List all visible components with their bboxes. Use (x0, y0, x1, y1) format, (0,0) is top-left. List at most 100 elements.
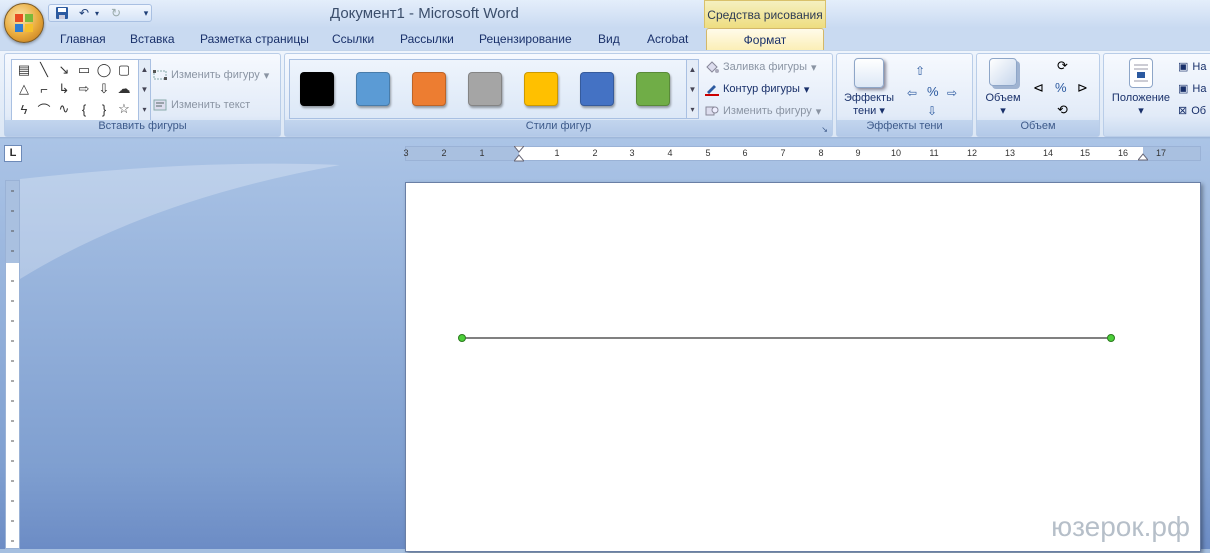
nudge-shadow-right-icon[interactable]: ⇨ (947, 86, 957, 100)
style-swatch[interactable] (580, 72, 614, 106)
star-shape-icon[interactable]: ☆ (114, 100, 134, 118)
indent-marker-icon[interactable] (514, 146, 524, 162)
style-swatch[interactable] (636, 72, 670, 106)
down-arrow-shape-icon[interactable]: ⇩ (94, 80, 114, 98)
edit-text-icon (153, 98, 167, 112)
callout-shape-icon[interactable]: ☁ (114, 80, 134, 98)
ribbon-tab-bar: Главная Вставка Разметка страницы Ссылки… (0, 28, 1210, 51)
tab-acrobat[interactable]: Acrobat (647, 32, 688, 46)
line-shape-icon[interactable]: ╲ (34, 61, 54, 79)
nudge-shadow-left-icon[interactable]: ⇦ (907, 86, 917, 100)
right-brace-shape-icon[interactable]: } (94, 100, 114, 118)
drawing-tools-context-label: Средства рисования (704, 0, 826, 28)
style-swatch[interactable] (412, 72, 446, 106)
text-wrap-icon: ⊠ (1178, 105, 1188, 117)
tilt-up-icon[interactable]: ⟳ (1057, 58, 1068, 74)
edit-points-icon (153, 68, 167, 82)
shape-fill-button[interactable]: Заливка фигуры ▾ (705, 60, 817, 74)
ruler-right-margin (1143, 147, 1200, 160)
edit-text-label: Изменить текст (171, 99, 251, 111)
tab-review[interactable]: Рецензирование (479, 32, 572, 46)
horizontal-ruler[interactable]: 3 2 1 1 2 3 4 5 6 7 8 9 10 11 12 13 14 1… (403, 146, 1201, 162)
save-icon[interactable] (52, 4, 72, 22)
style-swatch[interactable] (468, 72, 502, 106)
ruler-label: 9 (855, 148, 861, 158)
triangle-shape-icon[interactable]: △ (14, 80, 34, 98)
vertical-ruler[interactable] (5, 180, 20, 549)
position-page-icon (1129, 58, 1153, 88)
tilt-right-icon[interactable]: ⊳ (1077, 80, 1088, 96)
3d-effects-button[interactable]: Объем ▾ (981, 58, 1025, 117)
lightning-shape-icon[interactable]: ϟ (14, 100, 34, 118)
tab-insert[interactable]: Вставка (130, 32, 175, 46)
tab-selector-button[interactable]: L (4, 145, 22, 162)
styles-scroll-down-icon[interactable]: ▼ (686, 80, 698, 100)
paint-bucket-icon (705, 60, 719, 74)
redo-icon[interactable]: ↻ (106, 4, 126, 22)
change-shape-label: Изменить фигуру (723, 105, 812, 117)
bring-forward-button[interactable]: ▣ На (1178, 60, 1206, 74)
shadow-effects-icon (854, 58, 884, 88)
tab-format[interactable]: Формат (706, 28, 824, 51)
send-backward-button[interactable]: ▣ На (1178, 82, 1206, 96)
document-page[interactable]: юзерок.рф (405, 182, 1201, 552)
group-label-insert-shapes: Вставить фигуры (5, 120, 280, 136)
left-brace-shape-icon[interactable]: { (74, 100, 94, 118)
nudge-shadow-up-icon[interactable]: ⇧ (915, 64, 925, 78)
style-swatch[interactable] (524, 72, 558, 106)
gallery-scroll-up-icon[interactable]: ▲ (138, 60, 150, 80)
tab-view[interactable]: Вид (598, 32, 620, 46)
rectangle-shape-icon[interactable]: ▭ (74, 61, 94, 79)
right-indent-marker-icon[interactable] (1138, 151, 1148, 161)
ruler-label: 16 (1117, 148, 1129, 158)
tilt-left-icon[interactable]: ⊲ (1033, 80, 1044, 96)
ruler-label: 1 (479, 148, 485, 158)
dialog-launcher-icon[interactable]: ↘ (821, 125, 828, 134)
gallery-more-icon[interactable]: ▾ (138, 100, 150, 120)
tab-mailings[interactable]: Рассылки (400, 32, 454, 46)
ruler-label: 1 (554, 148, 560, 158)
tab-page-layout[interactable]: Разметка страницы (200, 32, 309, 46)
window-title: Документ1 - Microsoft Word (330, 5, 519, 22)
ruler-label: 5 (705, 148, 711, 158)
elbow-connector-shape-icon[interactable]: ⌐ (34, 80, 54, 98)
nudge-shadow-down-icon[interactable]: ⇩ (927, 104, 937, 118)
edit-shape-button[interactable]: Изменить фигуру ▾ (153, 68, 269, 82)
rounded-rectangle-shape-icon[interactable]: ▢ (114, 61, 134, 79)
textbox-shape-icon[interactable]: ▤ (14, 61, 34, 79)
right-arrow-shape-icon[interactable]: ⇨ (74, 80, 94, 98)
style-swatch[interactable] (356, 72, 390, 106)
oval-shape-icon[interactable]: ◯ (94, 61, 114, 79)
tab-references[interactable]: Ссылки (332, 32, 374, 46)
ruler-label: 7 (780, 148, 786, 158)
change-shape-button[interactable]: Изменить фигуру ▾ (705, 104, 821, 118)
shape-outline-button[interactable]: Контур фигуры ▾ (705, 82, 809, 96)
undo-icon[interactable]: ↶ (74, 4, 94, 22)
shape-fill-label: Заливка фигуры (723, 61, 808, 73)
tilt-down-icon[interactable]: ⟲ (1057, 102, 1068, 118)
elbow-arrow-shape-icon[interactable]: ↳ (54, 80, 74, 98)
styles-more-icon[interactable]: ▾ (686, 100, 698, 118)
arc-shape-icon[interactable]: ⌒ (34, 100, 54, 118)
edit-text-button[interactable]: Изменить текст (153, 98, 250, 112)
title-bar: ↶ ▾ ↻ ▾ Документ1 - Microsoft Word Средс… (0, 0, 1210, 28)
drawn-line-shape[interactable] (406, 183, 1202, 553)
ruler-label: 2 (592, 148, 598, 158)
text-wrap-button[interactable]: ⊠ Об (1178, 104, 1206, 118)
gallery-scroll-down-icon[interactable]: ▼ (138, 80, 150, 100)
shadow-toggle-icon[interactable]: % (927, 84, 939, 99)
undo-dropdown-icon[interactable]: ▾ (92, 4, 102, 22)
group-insert-shapes: ▤ ╲ ↘ ▭ ◯ ▢ △ ⌐ ↳ ⇨ ⇩ ☁ ϟ ⌒ ∿ { } ☆ ▲ ▼ … (4, 53, 281, 137)
arrow-line-shape-icon[interactable]: ↘ (54, 61, 74, 79)
customize-qat-icon[interactable]: ▾ (136, 4, 156, 22)
shadow-effects-button[interactable]: Эффекты тени ▾ (841, 58, 897, 117)
curve-shape-icon[interactable]: ∿ (54, 100, 74, 118)
style-swatch[interactable] (300, 72, 334, 106)
position-button[interactable]: Положение ▾ (1106, 58, 1176, 117)
shadow-effects-label: Эффекты (843, 92, 894, 104)
3d-toggle-icon[interactable]: % (1055, 80, 1067, 95)
ruler-label: 12 (966, 148, 978, 158)
tab-home[interactable]: Главная (60, 32, 106, 46)
office-button[interactable] (4, 3, 44, 43)
styles-scroll-up-icon[interactable]: ▲ (686, 60, 698, 80)
